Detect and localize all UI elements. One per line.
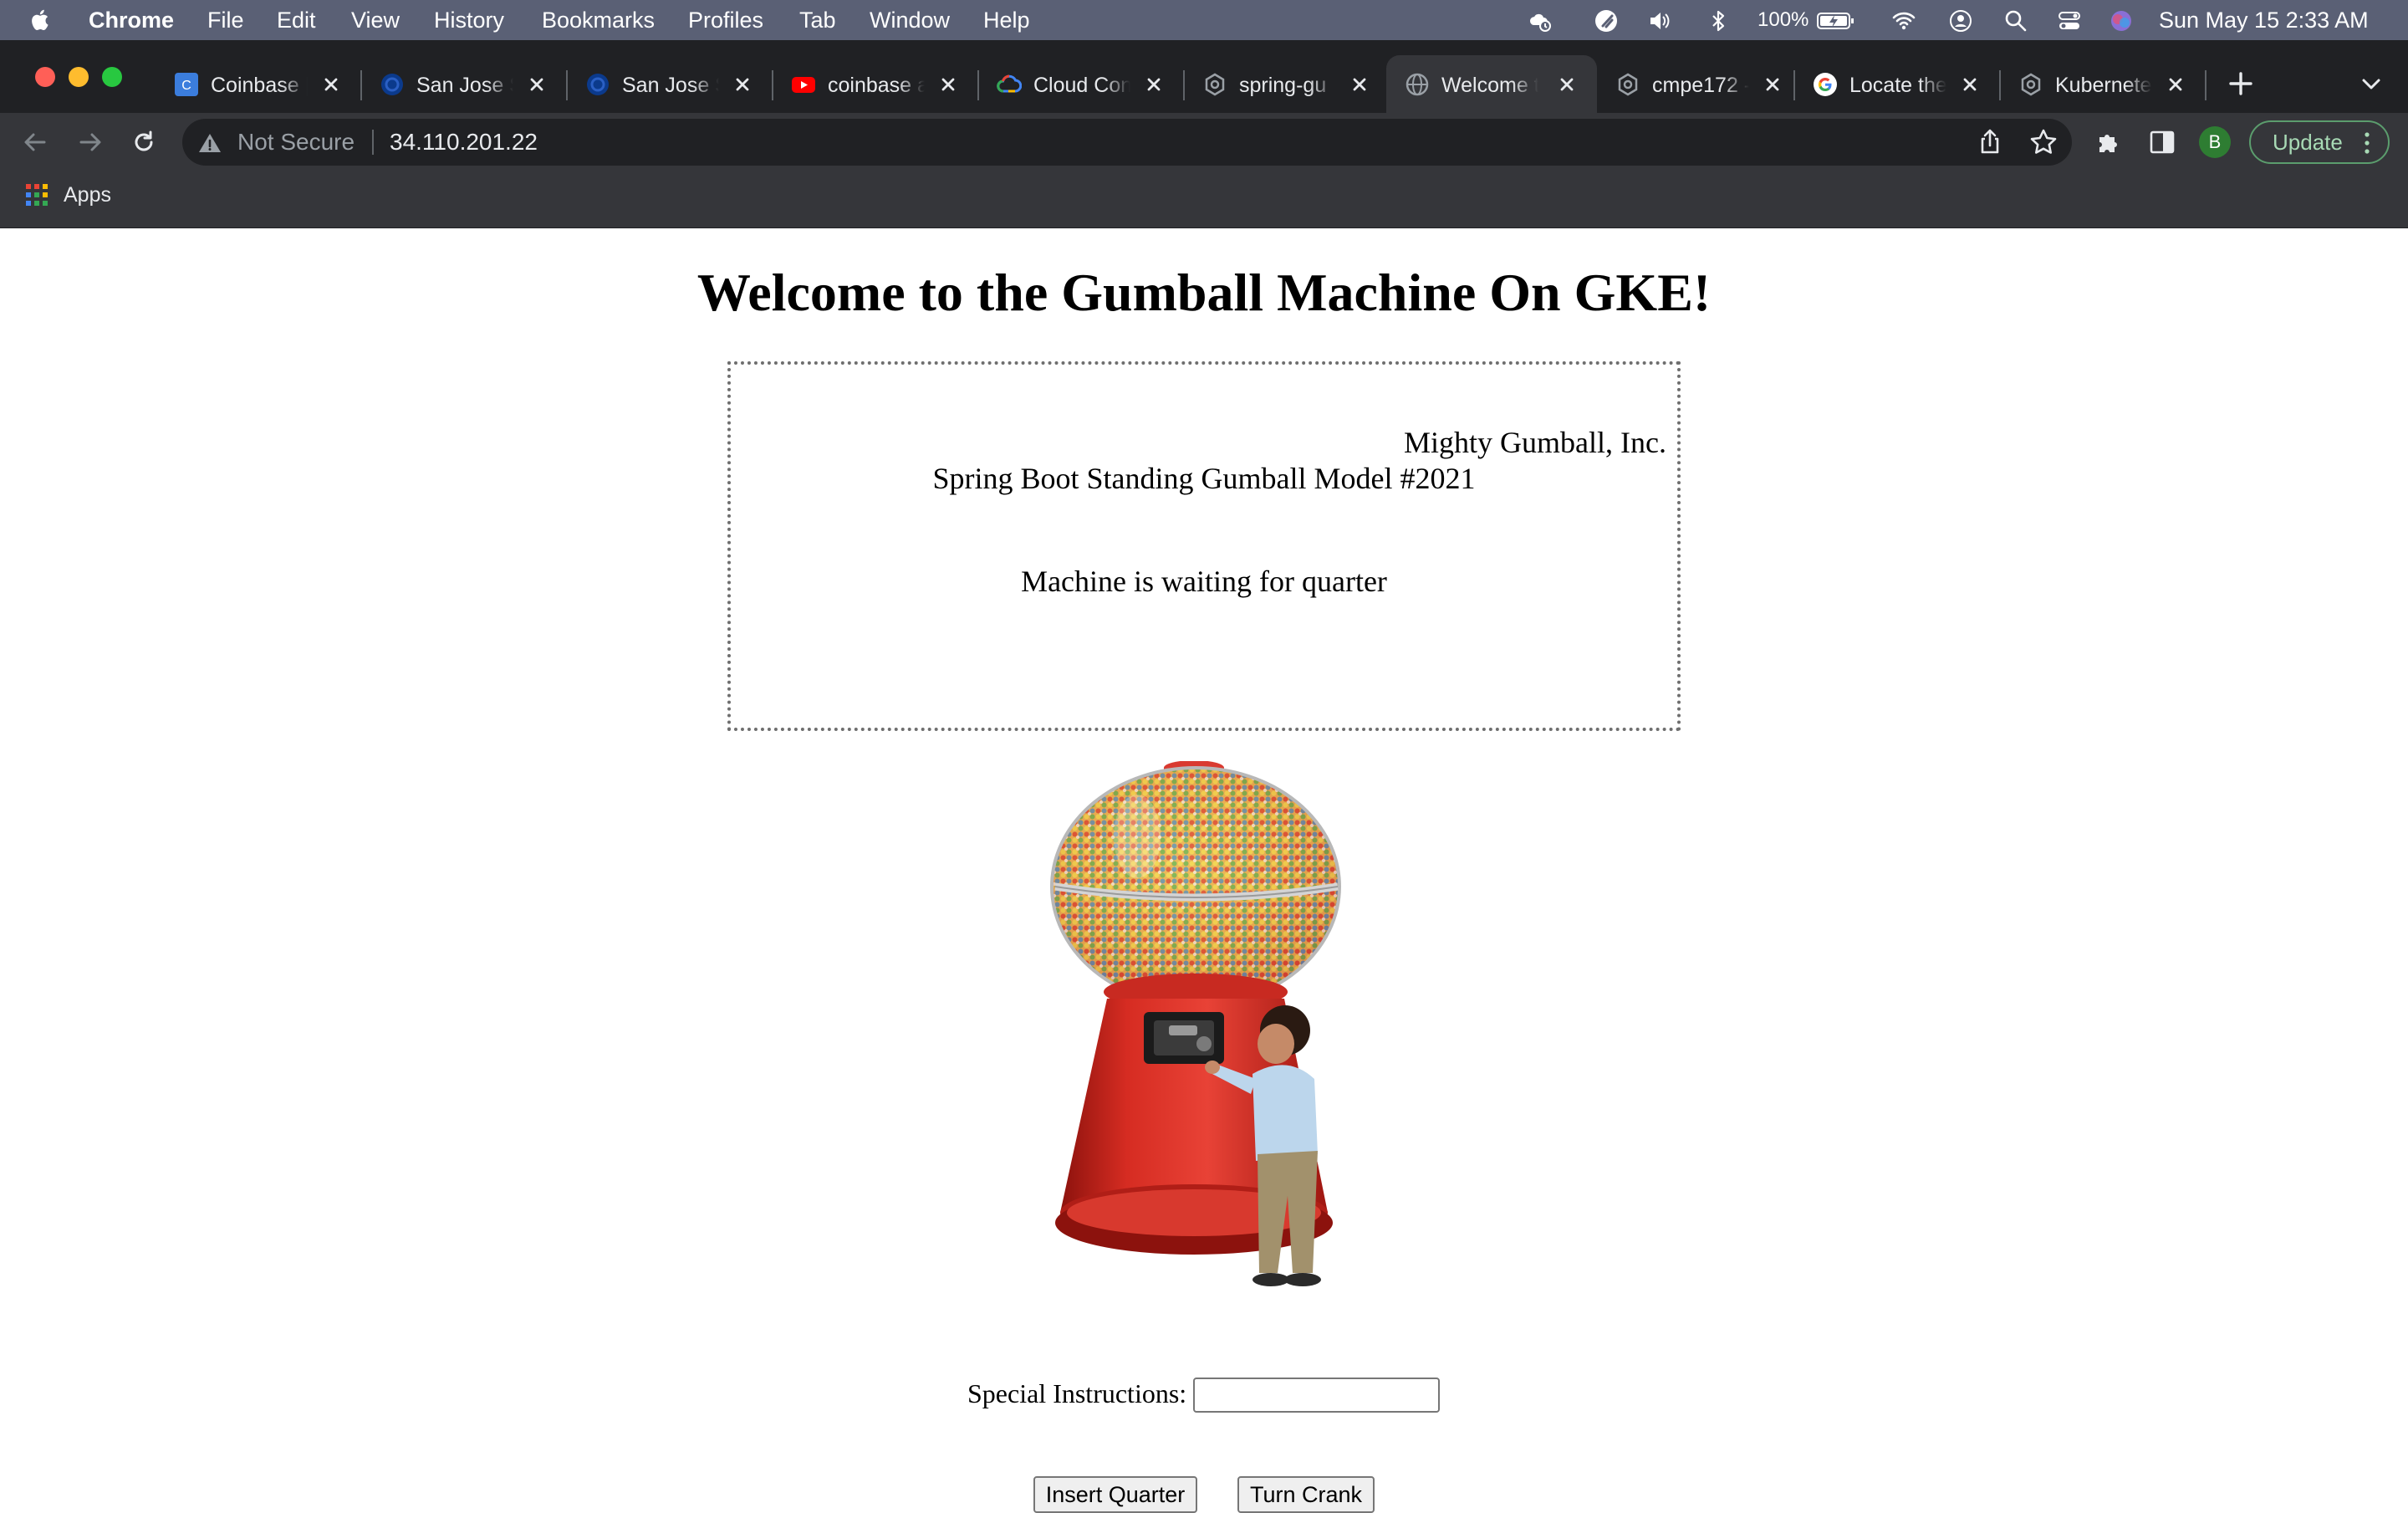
back-arrow-icon[interactable] (20, 127, 50, 157)
sjsu-favicon-icon (381, 74, 403, 95)
menu-bookmarks[interactable]: Bookmarks (542, 0, 655, 40)
company-name: Mighty Gumball, Inc. (1404, 426, 1666, 459)
menu-file[interactable]: File (207, 0, 244, 40)
side-panel-icon[interactable] (2147, 127, 2177, 157)
window-zoom-button[interactable] (102, 67, 122, 87)
not-secure-warning-icon[interactable] (197, 130, 222, 156)
bookmark-star-icon[interactable] (2028, 127, 2059, 157)
generic-page-favicon-icon (1205, 73, 1225, 96)
forward-arrow-icon[interactable] (75, 127, 105, 157)
generic-page-favicon-icon (1618, 73, 1638, 96)
tab-close-icon[interactable] (1555, 73, 1579, 96)
generic-page-favicon-icon (2021, 73, 2041, 96)
insert-quarter-button[interactable]: Insert Quarter (1033, 1476, 1197, 1513)
url-text[interactable]: 34.110.201.22 (390, 119, 538, 166)
tab-title: cmpe172 - (1652, 74, 1749, 97)
wifi-icon[interactable] (1891, 8, 1916, 33)
tab-title: San Jose S (622, 74, 719, 97)
browser-tab[interactable]: Cloud Con (978, 60, 1184, 110)
machine-state-message: Machine is waiting for quarter (1021, 565, 1387, 598)
turn-crank-button[interactable]: Turn Crank (1237, 1476, 1375, 1513)
siri-icon[interactable] (2109, 8, 2134, 33)
menu-chrome[interactable]: Chrome (89, 0, 174, 40)
sjsu-favicon-icon (587, 74, 609, 95)
battery-percent: 100% (1758, 8, 1809, 31)
browser-tab[interactable]: Kubernete (2000, 60, 2206, 110)
google-cloud-favicon-icon (997, 74, 1022, 93)
extensions-puzzle-icon[interactable] (2094, 127, 2124, 157)
tab-title: Welcome t (1441, 74, 1538, 97)
browser-tab[interactable]: spring-gu (1184, 60, 1390, 110)
browser-tab[interactable]: cmpe172 - (1597, 60, 1803, 110)
bluetooth-icon[interactable] (1706, 8, 1731, 33)
globe-favicon-icon (1406, 73, 1429, 96)
control-center-icon[interactable] (2057, 8, 2082, 33)
tab-close-icon[interactable] (1761, 73, 1784, 96)
browser-tab[interactable]: coinbase a (773, 60, 978, 110)
browser-tab[interactable]: C Coinbase | (156, 60, 361, 110)
special-instructions-label: Special Instructions: (967, 1378, 1187, 1408)
google-favicon-icon (1814, 73, 1837, 96)
gumball-machine-image (1050, 761, 1341, 1286)
tab-close-icon[interactable] (525, 73, 548, 96)
machine-model: Spring Boot Standing Gumball Model #2021 (932, 462, 1476, 495)
tab-close-icon[interactable] (319, 73, 343, 96)
menu-tab[interactable]: Tab (799, 0, 836, 40)
tab-search-chevron-down-icon[interactable] (2356, 69, 2386, 99)
tab-title: spring-gu (1239, 74, 1327, 97)
svg-text:C: C (181, 79, 191, 93)
macos-menu-bar: Chrome File Edit View History Bookmarks … (0, 0, 2408, 40)
address-bar-divider (372, 130, 374, 155)
kebab-menu-icon[interactable] (2363, 131, 2371, 155)
page-title: Welcome to the Gumball Machine On GKE! (696, 263, 1712, 322)
tab-title: Locate the (1849, 74, 1946, 97)
profile-avatar[interactable]: B (2199, 126, 2231, 158)
special-instructions-input[interactable] (1193, 1378, 1440, 1413)
browser-tab-active[interactable]: Welcome t (1386, 55, 1597, 113)
menu-edit[interactable]: Edit (277, 0, 316, 40)
tab-close-icon[interactable] (1958, 73, 1982, 96)
weather-icon[interactable] (1527, 8, 1552, 33)
tab-separator (2205, 70, 2206, 100)
menu-view[interactable]: View (351, 0, 400, 40)
browser-tab[interactable]: San Jose S (567, 60, 773, 110)
menubar-clock[interactable]: Sun May 15 2:33 AM (2159, 0, 2369, 40)
apps-bookmark-label[interactable]: Apps (64, 179, 111, 211)
tab-close-icon[interactable] (936, 73, 960, 96)
tab-title: Kubernete (2055, 74, 2152, 97)
window-close-button[interactable] (35, 67, 55, 87)
apple-logo-icon[interactable] (28, 8, 54, 33)
window-minimize-button[interactable] (69, 67, 89, 87)
bookmarks-bar (0, 171, 2408, 228)
tab-title: coinbase a (828, 74, 925, 97)
tab-title: Cloud Con (1033, 74, 1130, 97)
browser-tab[interactable]: Locate the (1794, 60, 2000, 110)
volume-icon[interactable] (1647, 8, 1672, 33)
menu-history[interactable]: History (434, 0, 504, 40)
tab-close-icon[interactable] (1348, 73, 1371, 96)
spotlight-search-icon[interactable] (2003, 8, 2028, 33)
battery-icon[interactable] (1816, 8, 1856, 33)
browser-tab[interactable]: San Jose S (361, 60, 567, 110)
security-status-label[interactable]: Not Secure (237, 119, 355, 166)
tab-close-icon[interactable] (1142, 73, 1166, 96)
youtube-favicon-icon (792, 77, 815, 93)
tab-close-icon[interactable] (2164, 73, 2187, 96)
new-tab-plus-icon[interactable] (2226, 69, 2256, 99)
menu-help[interactable]: Help (983, 0, 1030, 40)
tab-close-icon[interactable] (731, 73, 754, 96)
apps-grid-icon[interactable] (25, 183, 48, 207)
menu-profiles[interactable]: Profiles (688, 0, 763, 40)
tab-title: Coinbase | (211, 74, 308, 97)
reload-icon[interactable] (129, 127, 159, 157)
dark-mode-toggle-icon[interactable] (1594, 8, 1619, 33)
tab-title: San Jose S (416, 74, 513, 97)
machine-status-panel (727, 361, 1681, 731)
coinbase-favicon-icon: C (175, 73, 198, 96)
menu-window[interactable]: Window (870, 0, 950, 40)
share-icon[interactable] (1975, 127, 2005, 157)
user-account-icon[interactable] (1948, 8, 1973, 33)
